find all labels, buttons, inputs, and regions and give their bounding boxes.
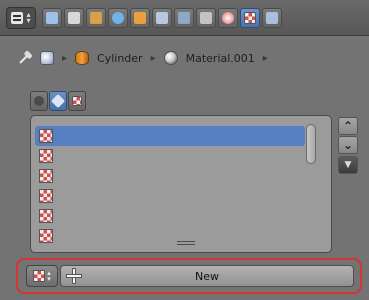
breadcrumb-material-name: Material.001 — [185, 51, 255, 65]
object-tab[interactable] — [130, 8, 150, 28]
texture-checker-icon — [39, 149, 53, 163]
list-resize-grip[interactable] — [177, 240, 195, 246]
particles-tab[interactable] — [262, 8, 282, 28]
constraints-tab[interactable] — [152, 8, 172, 28]
particles-icon — [266, 12, 278, 24]
texture-slot-row[interactable] — [35, 166, 305, 186]
texture-checker-icon — [39, 129, 53, 143]
breadcrumb-object-name: Cylinder — [97, 51, 143, 65]
material-sphere-icon — [163, 51, 178, 65]
material-tab[interactable] — [218, 8, 238, 28]
texture-checker-icon — [39, 169, 53, 183]
chevron-up-icon: ⌃ — [342, 119, 354, 133]
header-toolbar: ▴ ▾ — [0, 0, 369, 36]
render-layers-tab[interactable] — [64, 8, 84, 28]
texture-icon — [244, 12, 256, 24]
texture-checker-icon — [72, 96, 82, 106]
texture-checker-icon — [33, 270, 46, 282]
world-texture-tab[interactable] — [30, 91, 48, 111]
breadcrumb-separator-icon: ▸ — [262, 52, 268, 64]
properties-editor-icon — [11, 12, 24, 24]
world-tab[interactable] — [108, 8, 128, 28]
cylinder-object-icon — [75, 51, 90, 65]
world-icon — [112, 12, 124, 24]
breadcrumb-separator-icon: ▸ — [150, 52, 156, 64]
breadcrumb-separator-icon: ▸ — [62, 52, 68, 64]
material-texture-icon — [50, 93, 66, 109]
texture-slot-row[interactable] — [35, 186, 305, 206]
texture-slot-row[interactable] — [35, 206, 305, 226]
render-icon — [46, 12, 58, 24]
breadcrumb: ▸ Cylinder ▸ Material.001 ▸ — [18, 48, 268, 68]
scene-tab[interactable] — [86, 8, 106, 28]
material-icon — [222, 12, 234, 24]
texture-slot-row[interactable] — [35, 146, 305, 166]
texture-tab[interactable] — [240, 8, 260, 28]
chevron-down-icon: ⌄ — [342, 138, 354, 152]
render-tab[interactable] — [42, 8, 62, 28]
constraints-icon — [156, 12, 168, 24]
browse-texture-button[interactable]: ▴ ▾ — [26, 265, 58, 287]
slot-side-buttons: ⌃ ⌄ ▼ — [338, 117, 358, 174]
texture-slot-list[interactable] — [30, 115, 332, 253]
slot-specials-menu-button[interactable]: ▼ — [338, 156, 358, 174]
texture-checker-icon — [39, 229, 53, 243]
scene-object-icon — [40, 51, 54, 65]
texture-context-tabs — [30, 91, 86, 113]
texture-slot-row[interactable] — [35, 226, 305, 246]
new-button-label: New — [195, 269, 219, 283]
editor-type-button[interactable]: ▴ ▾ — [6, 7, 36, 29]
triangle-down-icon: ▼ — [344, 159, 352, 170]
list-scrollbar[interactable] — [306, 124, 316, 164]
world-texture-icon — [34, 96, 44, 106]
pin-icon[interactable] — [15, 48, 35, 68]
object-data-tab[interactable] — [196, 8, 216, 28]
texture-checker-icon — [39, 209, 53, 223]
new-texture-button[interactable]: New — [60, 265, 354, 287]
texture-checker-icon — [39, 189, 53, 203]
other-texture-tab[interactable] — [68, 91, 86, 111]
chevron-updown-icon: ▴ ▾ — [47, 269, 51, 283]
properties-context-tabs — [40, 7, 284, 29]
modifiers-tab[interactable] — [174, 8, 194, 28]
material-texture-tab[interactable] — [49, 91, 67, 111]
modifiers-icon — [178, 12, 190, 24]
move-slot-down-button[interactable]: ⌄ — [338, 136, 358, 154]
plus-icon — [67, 269, 81, 283]
move-slot-up-button[interactable]: ⌃ — [338, 117, 358, 135]
object-icon — [134, 12, 146, 24]
render-layers-icon — [68, 12, 80, 24]
texture-slot-row[interactable] — [35, 126, 305, 146]
chevron-updown-icon: ▴ ▾ — [26, 10, 31, 25]
object-data-icon — [200, 12, 212, 24]
scene-icon — [90, 12, 102, 24]
